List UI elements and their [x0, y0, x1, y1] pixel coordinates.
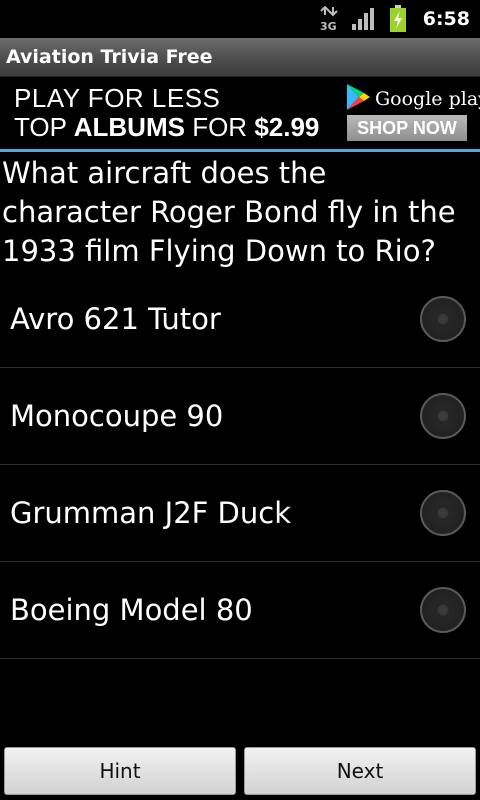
radio-button[interactable]: [420, 393, 466, 439]
answer-option-label: Grumman J2F Duck: [10, 496, 291, 530]
play-triangle-icon: [345, 83, 371, 115]
answer-options: Avro 621 Tutor Monocoupe 90 Grumman J2F …: [0, 271, 480, 659]
answer-option[interactable]: Avro 621 Tutor: [0, 271, 480, 368]
shop-now-button[interactable]: SHOP NOW: [347, 115, 467, 141]
hint-button[interactable]: Hint: [4, 747, 236, 795]
ad-subline-mid: FOR: [192, 112, 248, 142]
answer-option-label: Monocoupe 90: [10, 399, 224, 433]
answer-option-label: Avro 621 Tutor: [10, 302, 221, 336]
app-title-bar: Aviation Trivia Free: [0, 38, 480, 77]
ad-price: $2.99: [254, 112, 320, 142]
next-button[interactable]: Next: [244, 747, 476, 795]
google-play-logo: Google play: [345, 83, 480, 115]
status-time: 6:58: [422, 8, 470, 30]
radio-button[interactable]: [420, 296, 466, 342]
signal-icon: [351, 7, 377, 31]
answer-option[interactable]: Monocoupe 90: [0, 368, 480, 465]
status-bar: 3G 6:58: [0, 0, 480, 38]
answer-option[interactable]: Grumman J2F Duck: [0, 465, 480, 562]
svg-text:3G: 3G: [320, 20, 337, 32]
answer-option-label: Boeing Model 80: [10, 593, 253, 627]
battery-charging-icon: [389, 5, 407, 33]
ad-subline-prefix: TOP: [14, 112, 67, 142]
answer-option[interactable]: Boeing Model 80: [0, 562, 480, 659]
ad-copy: PLAY FOR LESS TOP ALBUMS FOR $2.99: [0, 77, 340, 149]
app-title: Aviation Trivia Free: [6, 46, 213, 68]
ad-banner[interactable]: PLAY FOR LESS TOP ALBUMS FOR $2.99 Googl…: [0, 77, 480, 152]
ad-store-area: Google play SHOP NOW: [340, 77, 480, 149]
radio-button[interactable]: [420, 587, 466, 633]
question-text: What aircraft does the character Roger B…: [2, 156, 456, 268]
store-name: Google play: [375, 88, 480, 110]
ad-headline: PLAY FOR LESS: [14, 83, 221, 113]
network-3g-icon: 3G: [319, 6, 339, 32]
ad-subline-bold: ALBUMS: [73, 112, 185, 142]
ad-subline: TOP ALBUMS FOR $2.99: [14, 113, 340, 141]
radio-button[interactable]: [420, 490, 466, 536]
